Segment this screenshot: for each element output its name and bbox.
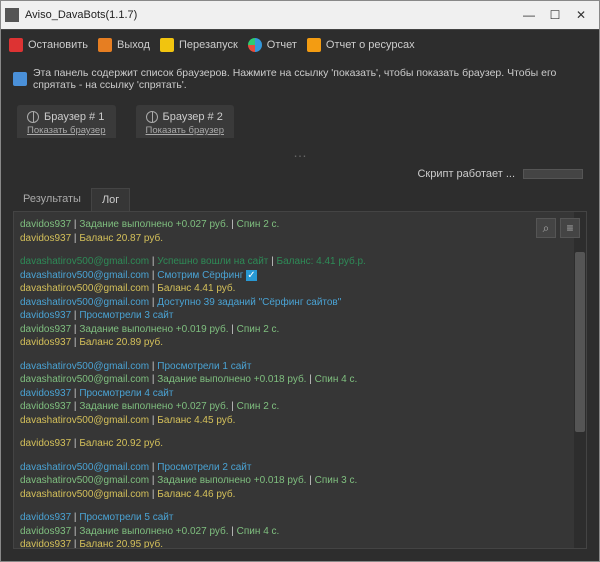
info-bar: Эта панель содержит список браузеров. На…	[1, 59, 599, 99]
log-line: davashatirov500@gmail.com | Доступно 39 …	[20, 296, 580, 310]
app-icon	[5, 8, 19, 22]
tab-log[interactable]: Лог	[91, 188, 130, 211]
show-browser-link-1[interactable]: Показать браузер	[27, 125, 106, 136]
maximize-button[interactable]: ☐	[549, 9, 561, 21]
minimize-button[interactable]: —	[523, 9, 535, 21]
toolbar: Остановить Выход Перезапуск Отчет Отчет …	[1, 29, 599, 59]
log-line: davidos937 | Задание выполнено +0.027 ру…	[20, 525, 580, 539]
show-browser-link-2[interactable]: Показать браузер	[146, 125, 225, 136]
log-line: davidos937 | Задание выполнено +0.027 ру…	[20, 400, 580, 414]
log-line: davidos937 | Задание выполнено +0.019 ру…	[20, 323, 580, 337]
restart-icon	[160, 38, 174, 52]
resources-icon	[307, 38, 321, 52]
tab-results[interactable]: Результаты	[13, 188, 91, 211]
log-line: davashatirov500@gmail.com | Смотрим Сёрф…	[20, 269, 580, 283]
log-line: davashatirov500@gmail.com | Успешно вошл…	[20, 255, 580, 269]
stop-button[interactable]: Остановить	[9, 38, 88, 52]
log-line: davashatirov500@gmail.com | Баланс 4.45 …	[20, 414, 580, 428]
browser-list: Браузер # 1 Показать браузер Браузер # 2…	[1, 99, 599, 144]
window-controls: — ☐ ✕	[523, 9, 595, 21]
app-window: Aviso_DavaBots(1.1.7) — ☐ ✕ Остановить В…	[0, 0, 600, 562]
browser-item-2: Браузер # 2 Показать браузер	[136, 105, 235, 138]
log-line: davashatirov500@gmail.com | Задание выпо…	[20, 373, 580, 387]
log-line: davidos937 | Баланс 20.87 руб.	[20, 232, 580, 246]
result-tabs: Результаты Лог	[1, 188, 599, 211]
window-title: Aviso_DavaBots(1.1.7)	[25, 9, 523, 21]
log-line: davashatirov500@gmail.com | Просмотрели …	[20, 461, 580, 475]
info-text: Эта панель содержит список браузеров. На…	[33, 67, 587, 91]
ellipsis: …	[1, 144, 599, 164]
log-panel: ⌕ ≡ davidos937 | Задание выполнено +0.02…	[13, 211, 587, 549]
exit-icon	[98, 38, 112, 52]
log-line: davidos937 | Просмотрели 4 сайт	[20, 387, 580, 401]
browser-item-1: Браузер # 1 Показать браузер	[17, 105, 116, 138]
log-tools: ⌕ ≡	[536, 218, 580, 238]
log-line: davashatirov500@gmail.com | Просмотрели …	[20, 360, 580, 374]
report-icon	[248, 38, 262, 52]
resources-button[interactable]: Отчет о ресурсах	[307, 38, 415, 52]
progress-bar	[523, 169, 583, 179]
globe-icon	[146, 111, 158, 123]
globe-icon	[27, 111, 39, 123]
checkmark-icon: ✓	[246, 270, 256, 281]
content-area: Эта панель содержит список браузеров. На…	[1, 59, 599, 561]
log-line: davidos937 | Баланс 20.95 руб.	[20, 538, 580, 549]
log-line: davidos937 | Задание выполнено +0.027 ру…	[20, 218, 580, 232]
menu-button[interactable]: ≡	[560, 218, 580, 238]
log-line: davashatirov500@gmail.com | Баланс 4.46 …	[20, 488, 580, 502]
scrollbar[interactable]	[574, 212, 586, 548]
status-row: Скрипт работает ...	[1, 164, 599, 188]
log-line: davidos937 | Просмотрели 3 сайт	[20, 309, 580, 323]
report-button[interactable]: Отчет	[248, 38, 297, 52]
info-icon	[13, 72, 27, 86]
scroll-thumb[interactable]	[575, 252, 585, 432]
log-line: davidos937 | Баланс 20.92 руб.	[20, 437, 580, 451]
close-button[interactable]: ✕	[575, 9, 587, 21]
titlebar: Aviso_DavaBots(1.1.7) — ☐ ✕	[1, 1, 599, 29]
log-line: davashatirov500@gmail.com | Задание выпо…	[20, 474, 580, 488]
log-line: davidos937 | Просмотрели 5 сайт	[20, 511, 580, 525]
log-line: davashatirov500@gmail.com | Баланс 4.41 …	[20, 282, 580, 296]
status-text: Скрипт работает ...	[417, 168, 515, 180]
restart-button[interactable]: Перезапуск	[160, 38, 238, 52]
stop-icon	[9, 38, 23, 52]
log-line: davidos937 | Баланс 20.89 руб.	[20, 336, 580, 350]
exit-button[interactable]: Выход	[98, 38, 150, 52]
log-content: davidos937 | Задание выполнено +0.027 ру…	[14, 212, 586, 549]
search-button[interactable]: ⌕	[536, 218, 556, 238]
